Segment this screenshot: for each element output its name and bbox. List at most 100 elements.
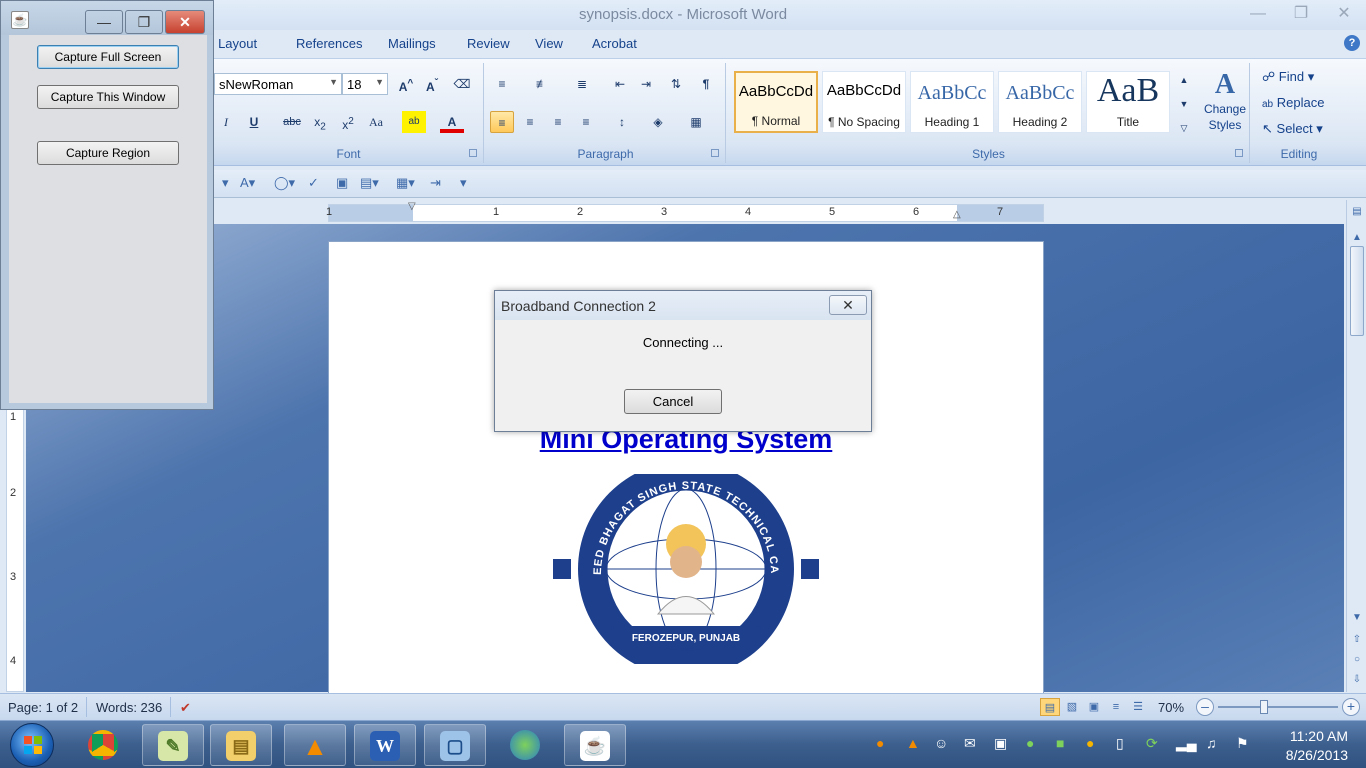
start-button[interactable] [10, 723, 54, 767]
volume-icon[interactable]: ♫ [1206, 735, 1217, 751]
clock[interactable]: 11:20 AM 8/26/2013 [1286, 727, 1348, 765]
tray-chrome-icon[interactable]: ● [1086, 735, 1094, 751]
zoom-slider[interactable] [1218, 700, 1338, 714]
align-center-icon[interactable]: ≡ [518, 111, 542, 133]
change-styles-button[interactable]: A Change Styles [1202, 69, 1248, 133]
zoom-slider-knob[interactable] [1260, 700, 1268, 714]
capture-full-screen-button[interactable]: Capture Full Screen [37, 45, 179, 69]
underline-icon[interactable]: U [242, 111, 266, 133]
align-left-icon[interactable]: ≡ [490, 111, 514, 133]
tab-acrobat[interactable]: Acrobat [592, 36, 637, 51]
taskbar-network[interactable] [494, 724, 556, 766]
taskbar-chrome[interactable] [72, 724, 134, 766]
style-normal[interactable]: AaBbCcDd ¶ Normal [734, 71, 818, 133]
taskbar-vlc[interactable]: ▲ [284, 724, 346, 766]
wrap-text-icon[interactable]: ▤▾ [360, 175, 379, 191]
spelling-icon[interactable]: ✓ [308, 175, 319, 191]
bullets-icon[interactable]: ≡ [490, 73, 514, 95]
tab-view[interactable]: View [535, 36, 563, 51]
find-button[interactable]: ☍ Find ▾ [1262, 69, 1314, 85]
style-title[interactable]: AaB Title [1086, 71, 1170, 133]
subscript-icon[interactable]: x2 [308, 111, 332, 133]
prev-page-icon[interactable]: ⇧ [1347, 634, 1366, 645]
style-heading-2[interactable]: AaBbCc Heading 2 [998, 71, 1082, 133]
zoom-in-icon[interactable]: + [1342, 698, 1360, 716]
proofing-icon[interactable]: ✔ [180, 700, 191, 716]
maximize-button[interactable]: ❐ [1289, 4, 1313, 24]
shapes-icon[interactable]: ◯▾ [274, 175, 295, 191]
word-count[interactable]: Words: 236 [96, 700, 162, 715]
tray-app-icon[interactable]: ■ [1056, 735, 1064, 751]
increase-indent-icon[interactable]: ⇥ [634, 73, 658, 95]
styles-more-icon[interactable]: ▽ [1172, 117, 1196, 139]
clear-format-icon[interactable]: ⌫ [450, 73, 474, 95]
tab-review[interactable]: Review [467, 36, 510, 51]
styles-scroll-down-icon[interactable]: ▼ [1172, 93, 1196, 115]
text-effects-icon[interactable]: A▾ [240, 175, 255, 191]
zoom-out-icon[interactable]: – [1196, 698, 1214, 716]
draft-icon[interactable]: ☰ [1128, 698, 1148, 716]
cancel-button[interactable]: Cancel [624, 389, 722, 414]
taskbar-java[interactable]: ☕ [564, 724, 626, 766]
help-icon[interactable]: ? [1344, 35, 1360, 51]
font-launcher-icon[interactable]: . [469, 149, 477, 157]
tray-display-icon[interactable]: ▣ [994, 735, 1007, 752]
styles-scroll-up-icon[interactable]: ▲ [1172, 69, 1196, 91]
style-no-spacing[interactable]: AaBbCcDd ¶ No Spacing [822, 71, 906, 133]
signal-icon[interactable]: ▂▄ [1176, 735, 1197, 752]
capture-maximize-button[interactable]: ❐ [125, 10, 163, 34]
change-case-icon[interactable]: Aa [364, 111, 388, 133]
grow-font-icon[interactable]: A^ [394, 73, 418, 95]
superscript-icon[interactable]: x2 [336, 111, 360, 133]
font-color-icon[interactable]: A [440, 111, 464, 133]
next-page-icon[interactable]: ⇩ [1347, 674, 1366, 685]
battery-icon[interactable]: ▯ [1116, 735, 1124, 752]
capture-this-window-button[interactable]: Capture This Window [37, 85, 179, 109]
sort-icon[interactable]: ⇅ [664, 73, 688, 95]
web-layout-icon[interactable]: ▣ [1084, 698, 1104, 716]
close-button[interactable]: ✕ [1332, 4, 1356, 24]
font-name-box[interactable]: sNewRoman ▼ [214, 73, 342, 95]
borders-icon[interactable]: ▦ [684, 111, 708, 133]
highlight-icon[interactable]: ab [402, 111, 426, 133]
shading-icon[interactable]: ◈ [646, 111, 670, 133]
dialog-close-button[interactable]: ✕ [829, 295, 867, 315]
dropdown-icon[interactable]: ▾ [222, 175, 229, 191]
multilevel-icon[interactable]: ≣ [570, 73, 594, 95]
vertical-scrollbar[interactable]: ▤ ▲ ▼ ⇧ ○ ⇩ [1346, 200, 1366, 692]
numbering-icon[interactable]: ≢ [530, 73, 554, 95]
outline-icon[interactable]: ≡ [1106, 698, 1126, 716]
tray-qq-icon[interactable]: ☺ [934, 735, 948, 751]
indent-icon[interactable]: ⇥ [430, 175, 441, 191]
customize-toolbar-icon[interactable]: ▾ [460, 175, 467, 191]
tray-vlc-icon[interactable]: ▲ [906, 735, 920, 751]
paragraph-launcher-icon[interactable]: . [711, 149, 719, 157]
tray-chat-icon[interactable]: ✉ [964, 735, 976, 752]
strikethrough-icon[interactable]: abc [280, 111, 304, 133]
scroll-down-icon[interactable]: ▼ [1347, 612, 1366, 623]
sync-icon[interactable]: ⟳ [1146, 735, 1158, 752]
capture-minimize-button[interactable]: — [85, 10, 123, 34]
zoom-level[interactable]: 70% [1158, 700, 1184, 715]
font-size-box[interactable]: 18 ▼ [342, 73, 388, 95]
tray-firefox-icon[interactable]: ● [876, 735, 884, 751]
page-count[interactable]: Page: 1 of 2 [8, 700, 78, 715]
table-icon[interactable]: ▦▾ [396, 175, 415, 191]
styles-launcher-icon[interactable]: . [1235, 149, 1243, 157]
replace-button[interactable]: ab Replace [1262, 95, 1324, 110]
style-heading-1[interactable]: AaBbCc Heading 1 [910, 71, 994, 133]
select-button[interactable]: ↖ Select ▾ [1262, 121, 1323, 137]
right-indent-marker-icon[interactable]: △ [953, 209, 961, 220]
indent-marker-icon[interactable]: ▽ [408, 201, 416, 212]
picture-icon[interactable]: ▣ [336, 175, 348, 191]
decrease-indent-icon[interactable]: ⇤ [608, 73, 632, 95]
shrink-font-icon[interactable]: Aˇ [420, 73, 444, 95]
capture-close-button[interactable]: ✕ [165, 10, 205, 34]
scroll-thumb[interactable] [1350, 246, 1364, 336]
italic-icon[interactable]: I [214, 111, 238, 133]
line-spacing-icon[interactable]: ↕ [610, 111, 634, 133]
tray-network-icon[interactable]: ● [1026, 735, 1034, 751]
align-right-icon[interactable]: ≡ [546, 111, 570, 133]
taskbar-virtualbox[interactable]: ▢ [424, 724, 486, 766]
full-screen-reading-icon[interactable]: ▧ [1062, 698, 1082, 716]
